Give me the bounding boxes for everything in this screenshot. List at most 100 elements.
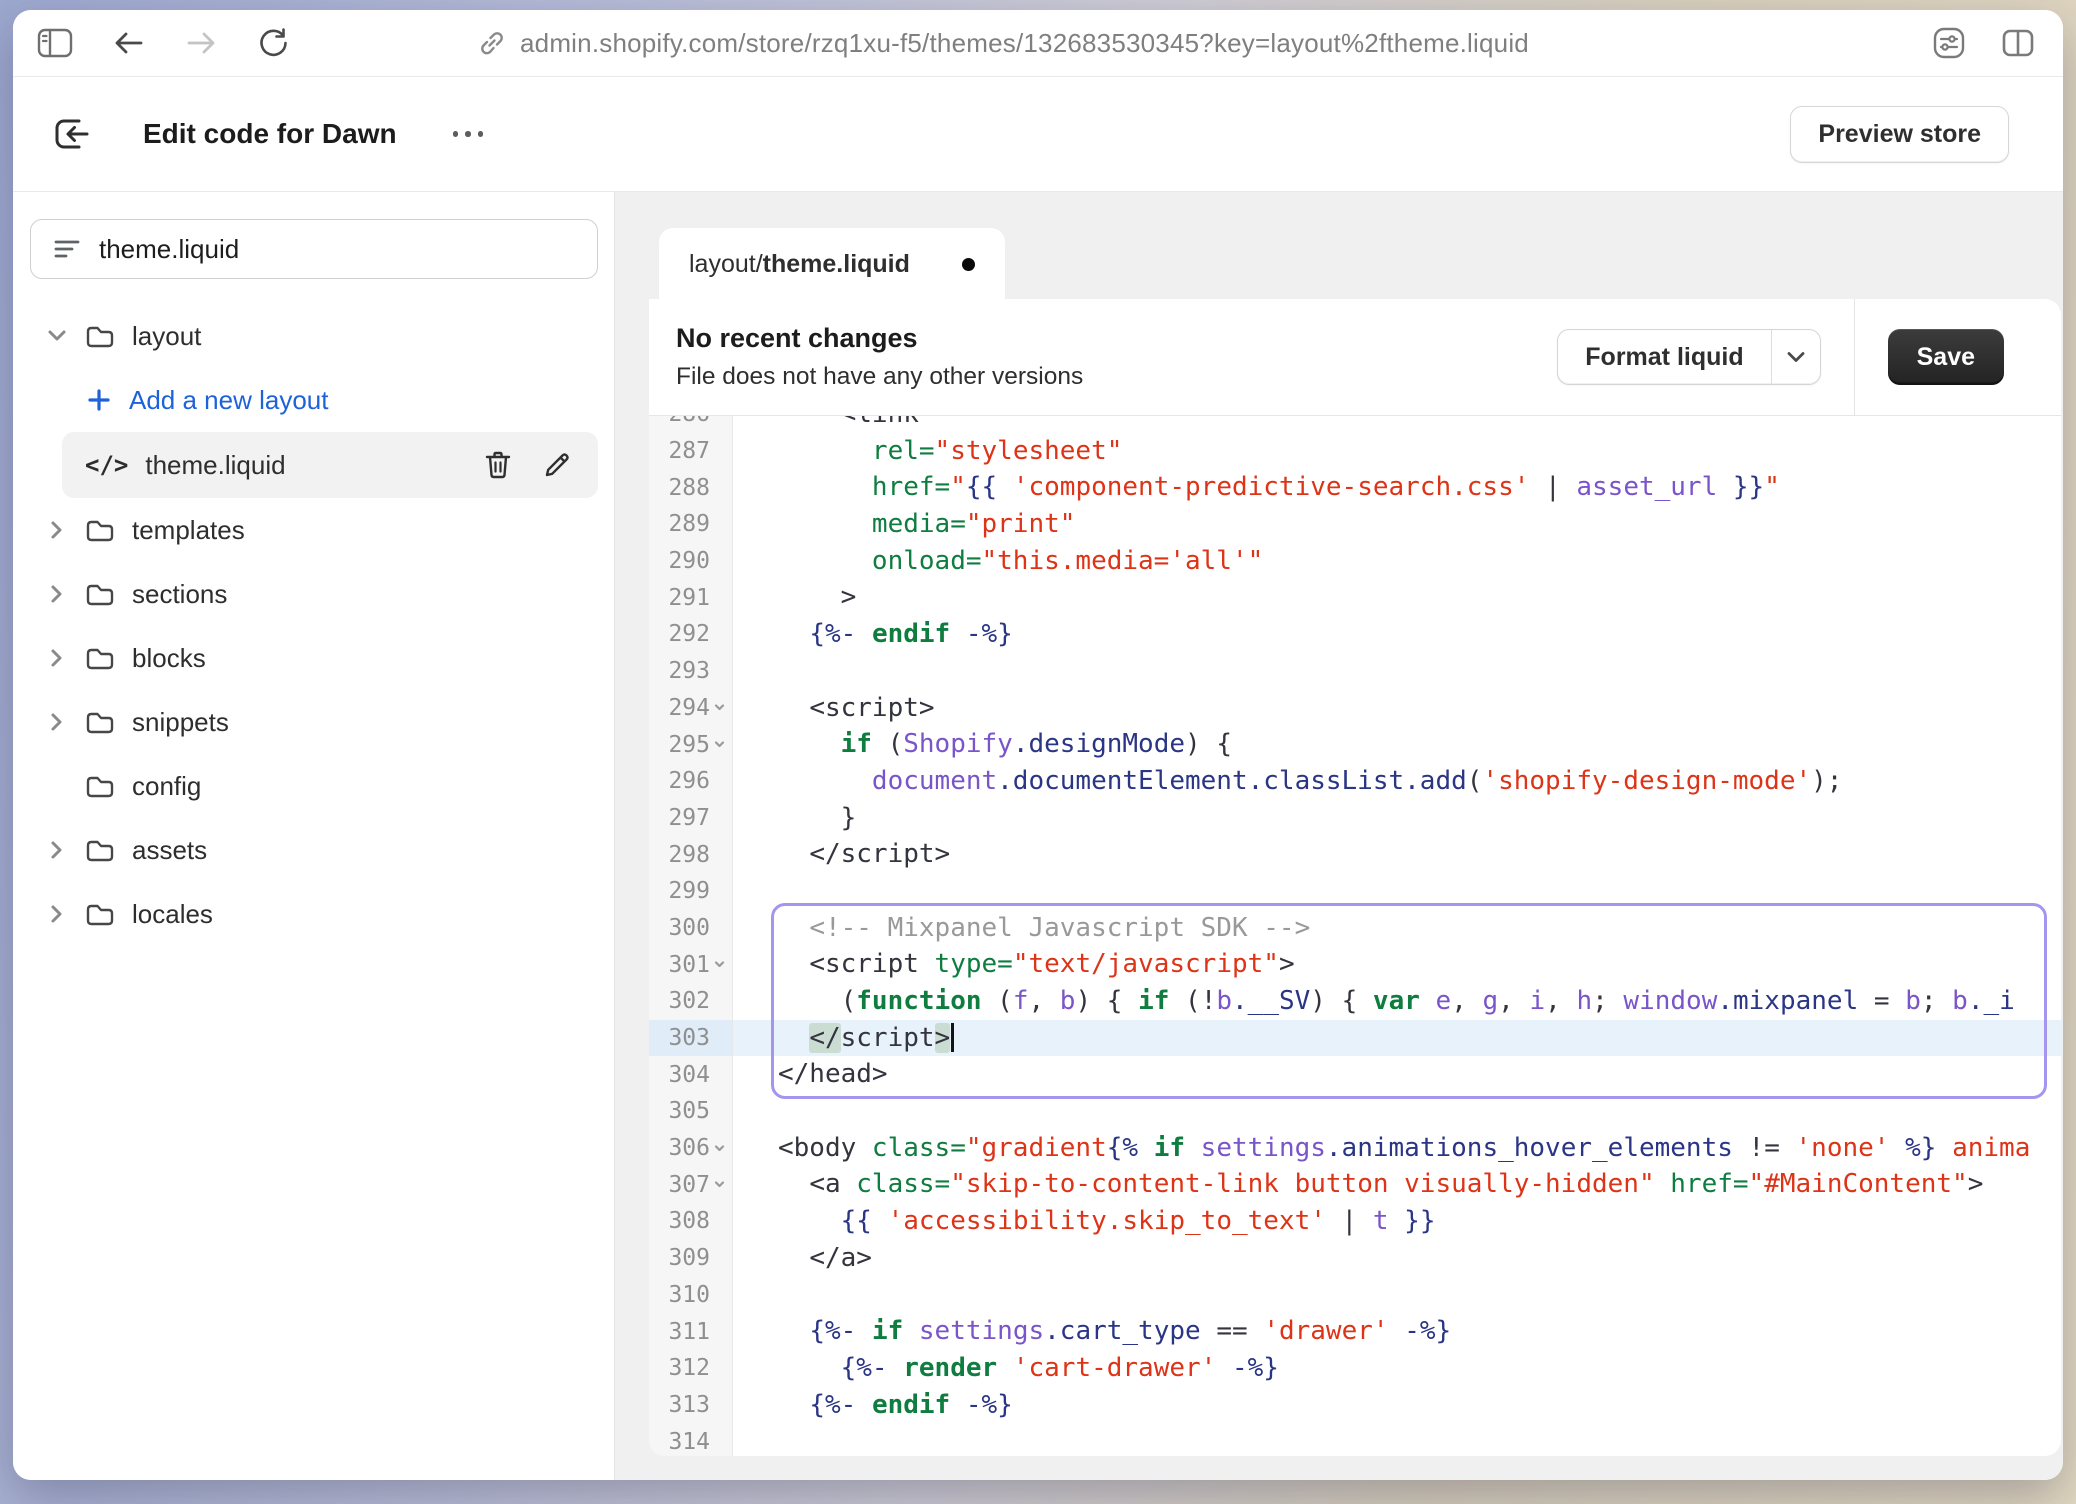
code-line-293[interactable]: 293 (649, 653, 2061, 690)
fold-chevron-icon[interactable] (712, 700, 727, 715)
chevron-right-icon[interactable] (50, 583, 64, 605)
app-header: Edit code for Dawn Preview store (13, 77, 2063, 192)
code-line-296[interactable]: 296 document.documentElement.classList.a… (649, 763, 2061, 800)
delete-file-icon[interactable] (484, 450, 512, 480)
sidebar-item-theme-liquid[interactable]: </>theme.liquid (62, 432, 598, 498)
gutter-line-number: 308 (649, 1203, 733, 1240)
format-liquid-button[interactable]: Format liquid (1557, 329, 1820, 385)
sidebar-toggle-icon[interactable] (37, 28, 73, 58)
gutter-line-number: 299 (649, 873, 733, 910)
code-line-303[interactable]: 303 </script> (649, 1020, 2061, 1057)
more-actions-icon[interactable] (453, 131, 484, 137)
code-line-302[interactable]: 302 (function (f, b) { if (!b.__SV) { va… (649, 983, 2061, 1020)
chevron-right-icon[interactable] (50, 519, 64, 541)
code-line-291[interactable]: 291 > (649, 579, 2061, 616)
code-line-308[interactable]: 308 {{ 'accessibility.skip_to_text' | t … (649, 1203, 2061, 1240)
link-icon (478, 29, 506, 57)
rename-file-icon[interactable] (542, 450, 572, 480)
gutter-line-number: 295 (649, 726, 733, 763)
sidebar-item-locales[interactable]: locales (13, 882, 614, 946)
preview-store-button[interactable]: Preview store (1790, 106, 2009, 163)
sidebar-item-config[interactable]: config (13, 754, 614, 818)
fold-chevron-icon[interactable] (712, 1141, 727, 1156)
gutter-line-number: 298 (649, 836, 733, 873)
url-text: admin.shopify.com/store/rzq1xu-f5/themes… (520, 28, 1529, 59)
code-line-306[interactable]: 306<body class="gradient{% if settings.a… (649, 1130, 2061, 1167)
editor-card-header: No recent changes File does not have any… (649, 299, 2061, 416)
gutter-line-number: 309 (649, 1240, 733, 1277)
code-line-297[interactable]: 297 } (649, 800, 2061, 837)
code-line-295[interactable]: 295 if (Shopify.designMode) { (649, 726, 2061, 763)
gutter-line-number: 290 (649, 543, 733, 580)
gutter-line-number: 296 (649, 763, 733, 800)
sidebar-item-layout[interactable]: layout (13, 304, 614, 368)
text-cursor (951, 1023, 954, 1052)
sidebar-item-sections[interactable]: sections (13, 562, 614, 626)
fold-chevron-icon[interactable] (712, 957, 727, 972)
code-line-310[interactable]: 310 (649, 1277, 2061, 1314)
sidebar-item-assets[interactable]: assets (13, 818, 614, 882)
gutter-line-number: 310 (649, 1277, 733, 1314)
code-line-289[interactable]: 289 media="print" (649, 506, 2061, 543)
code-line-290[interactable]: 290 onload="this.media='all'" (649, 543, 2061, 580)
fold-chevron-icon[interactable] (712, 1177, 727, 1192)
gutter-line-number: 313 (649, 1387, 733, 1424)
code-line-314[interactable]: 314 (649, 1423, 2061, 1456)
fold-chevron-icon[interactable] (712, 737, 727, 752)
reader-settings-icon[interactable] (1931, 25, 1967, 61)
code-line-286[interactable]: 286 <link (649, 416, 2061, 433)
split-view-icon[interactable] (2001, 28, 2035, 58)
code-editor[interactable]: 286 <link287 rel="stylesheet"288 href="{… (649, 416, 2061, 1456)
tab-theme-liquid[interactable]: layout/theme.liquid (659, 228, 1005, 300)
file-tree: layoutAdd a new layout</>theme.liquid tem… (13, 304, 614, 946)
code-line-294[interactable]: 294 <script> (649, 690, 2061, 727)
chevron-right-icon[interactable] (50, 647, 64, 669)
folder-icon (85, 837, 115, 863)
code-line-292[interactable]: 292 {%- endif -%} (649, 616, 2061, 653)
gutter-line-number: 305 (649, 1093, 733, 1130)
code-line-305[interactable]: 305 (649, 1093, 2061, 1130)
code-line-307[interactable]: 307 <a class="skip-to-content-link butto… (649, 1166, 2061, 1203)
code-line-312[interactable]: 312 {%- render 'cart-drawer' -%} (649, 1350, 2061, 1387)
sidebar-item-templates[interactable]: templates (13, 498, 614, 562)
exit-editor-icon[interactable] (49, 114, 91, 154)
format-liquid-dropdown[interactable] (1771, 330, 1820, 384)
sidebar-item-add-a-new-layout[interactable]: Add a new layout (13, 368, 614, 432)
chevron-right-icon[interactable] (50, 711, 64, 733)
reload-icon[interactable] (257, 27, 289, 59)
folder-icon (85, 323, 115, 349)
gutter-line-number: 306 (649, 1130, 733, 1167)
code-line-311[interactable]: 311 {%- if settings.cart_type == 'drawer… (649, 1313, 2061, 1350)
back-icon[interactable] (113, 29, 145, 57)
gutter-line-number: 311 (649, 1313, 733, 1350)
folder-label: templates (132, 515, 245, 546)
chevron-right-icon[interactable] (50, 839, 64, 861)
code-line-299[interactable]: 299 (649, 873, 2061, 910)
code-line-288[interactable]: 288 href="{{ 'component-predictive-searc… (649, 469, 2061, 506)
folder-label: snippets (132, 707, 229, 738)
sidebar-item-blocks[interactable]: blocks (13, 626, 614, 690)
chevron-down-icon[interactable] (46, 329, 68, 343)
code-line-300[interactable]: 300 <!-- Mixpanel Javascript SDK --> (649, 910, 2061, 947)
browser-toolbar: admin.shopify.com/store/rzq1xu-f5/themes… (13, 10, 2063, 77)
browser-window: admin.shopify.com/store/rzq1xu-f5/themes… (13, 10, 2063, 1480)
folder-label: config (132, 771, 201, 802)
code-line-309[interactable]: 309 </a> (649, 1240, 2061, 1277)
address-bar[interactable]: admin.shopify.com/store/rzq1xu-f5/themes… (478, 10, 1529, 76)
gutter-line-number: 303 (649, 1020, 733, 1057)
file-filter-input[interactable]: theme.liquid (30, 219, 598, 279)
code-line-287[interactable]: 287 rel="stylesheet" (649, 433, 2061, 470)
gutter-line-number: 289 (649, 506, 733, 543)
code-line-301[interactable]: 301 <script type="text/javascript"> (649, 946, 2061, 983)
forward-icon[interactable] (185, 29, 217, 57)
code-line-313[interactable]: 313 {%- endif -%} (649, 1387, 2061, 1424)
chevron-right-icon[interactable] (50, 903, 64, 925)
folder-label: sections (132, 579, 227, 610)
code-line-298[interactable]: 298 </script> (649, 836, 2061, 873)
gutter-line-number: 293 (649, 653, 733, 690)
page-title: Edit code for Dawn (143, 118, 397, 150)
code-line-304[interactable]: 304</head> (649, 1056, 2061, 1093)
sidebar-item-snippets[interactable]: snippets (13, 690, 614, 754)
save-button[interactable]: Save (1888, 329, 2004, 385)
gutter-line-number: 286 (649, 416, 733, 433)
